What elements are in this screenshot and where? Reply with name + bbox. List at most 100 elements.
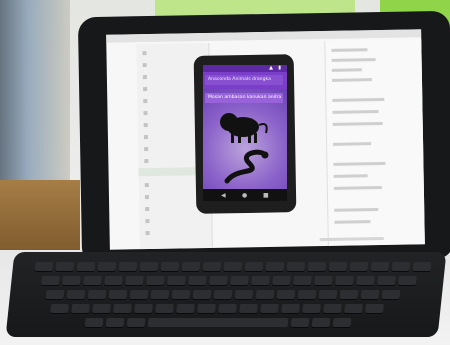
key[interactable] [82, 276, 102, 285]
text-field-secondary[interactable]: Mosan ambasan kanukan andra [205, 93, 283, 103]
key[interactable] [365, 304, 385, 313]
sidebar-item[interactable] [144, 157, 202, 164]
key[interactable] [124, 276, 144, 285]
key[interactable] [332, 318, 352, 327]
key[interactable] [103, 276, 123, 285]
key[interactable] [45, 290, 65, 299]
key[interactable] [281, 304, 301, 313]
key[interactable] [318, 290, 338, 299]
key[interactable] [84, 318, 104, 327]
key[interactable] [208, 276, 228, 285]
key[interactable] [34, 262, 54, 271]
key[interactable] [197, 304, 217, 313]
key[interactable] [40, 276, 60, 285]
key[interactable] [166, 276, 186, 285]
key[interactable] [323, 304, 343, 313]
key[interactable] [302, 304, 322, 313]
key[interactable] [139, 262, 159, 271]
key[interactable] [397, 276, 417, 285]
key[interactable] [297, 290, 317, 299]
sidebar-item[interactable] [143, 97, 201, 104]
recents-icon[interactable]: ■ [263, 192, 269, 199]
key[interactable] [250, 276, 270, 285]
key[interactable] [213, 290, 233, 299]
sidebar-item[interactable] [143, 133, 202, 140]
sidebar-item[interactable] [143, 121, 202, 128]
key[interactable] [181, 262, 201, 271]
key[interactable] [339, 290, 359, 299]
home-icon[interactable]: ● [242, 192, 247, 199]
key[interactable] [260, 304, 280, 313]
key[interactable] [71, 304, 91, 313]
key[interactable] [105, 318, 125, 327]
key[interactable] [311, 318, 331, 327]
key[interactable] [55, 262, 75, 271]
sidebar-item[interactable] [142, 49, 200, 56]
key[interactable] [187, 276, 207, 285]
key[interactable] [145, 276, 165, 285]
key[interactable] [229, 276, 249, 285]
key[interactable] [244, 262, 264, 271]
key[interactable] [92, 304, 112, 313]
key[interactable] [171, 290, 191, 299]
key[interactable] [113, 304, 133, 313]
key[interactable] [61, 276, 81, 285]
key[interactable] [290, 318, 310, 327]
key[interactable] [87, 290, 107, 299]
sidebar-item[interactable] [145, 217, 203, 224]
spacebar[interactable] [147, 318, 289, 327]
key[interactable] [370, 262, 390, 271]
key[interactable] [381, 290, 401, 299]
panel-row [331, 68, 362, 72]
key[interactable] [391, 262, 411, 271]
sidebar-item[interactable] [143, 109, 201, 116]
key[interactable] [150, 290, 170, 299]
key[interactable] [50, 304, 70, 313]
sidebar-item[interactable] [142, 73, 201, 80]
key[interactable] [97, 262, 117, 271]
text-field-primary[interactable]: Anaconda Animals drangka [205, 75, 283, 85]
key[interactable] [176, 304, 196, 313]
key[interactable] [126, 318, 146, 327]
sidebar-item[interactable] [144, 181, 203, 188]
sidebar-item[interactable] [144, 193, 203, 200]
sidebar-item[interactable] [142, 61, 201, 68]
key[interactable] [265, 262, 285, 271]
key[interactable] [218, 304, 238, 313]
key[interactable] [307, 262, 327, 271]
key[interactable] [349, 262, 369, 271]
key[interactable] [344, 304, 364, 313]
key[interactable] [155, 304, 175, 313]
key[interactable] [276, 290, 296, 299]
key[interactable] [129, 290, 149, 299]
key[interactable] [286, 262, 306, 271]
key[interactable] [134, 304, 154, 313]
back-icon[interactable]: ◀ [221, 192, 226, 199]
key[interactable] [160, 262, 180, 271]
key[interactable] [255, 290, 275, 299]
key[interactable] [234, 290, 254, 299]
sidebar-item[interactable] [145, 229, 204, 236]
key[interactable] [292, 276, 312, 285]
key[interactable] [412, 262, 432, 271]
key[interactable] [76, 262, 96, 271]
key[interactable] [360, 290, 380, 299]
key[interactable] [376, 276, 396, 285]
sidebar-icon [143, 87, 148, 92]
key[interactable] [313, 276, 333, 285]
key[interactable] [328, 262, 348, 271]
key[interactable] [239, 304, 259, 313]
sidebar-item[interactable] [145, 205, 203, 212]
sidebar-item[interactable] [143, 85, 201, 92]
key[interactable] [66, 290, 86, 299]
key[interactable] [355, 276, 375, 285]
key[interactable] [223, 262, 243, 271]
sidebar-item[interactable] [144, 145, 202, 152]
key[interactable] [192, 290, 212, 299]
key[interactable] [118, 262, 138, 271]
key[interactable] [202, 262, 222, 271]
sidebar-icon [144, 183, 149, 188]
key[interactable] [271, 276, 291, 285]
key[interactable] [108, 290, 128, 299]
key[interactable] [334, 276, 354, 285]
